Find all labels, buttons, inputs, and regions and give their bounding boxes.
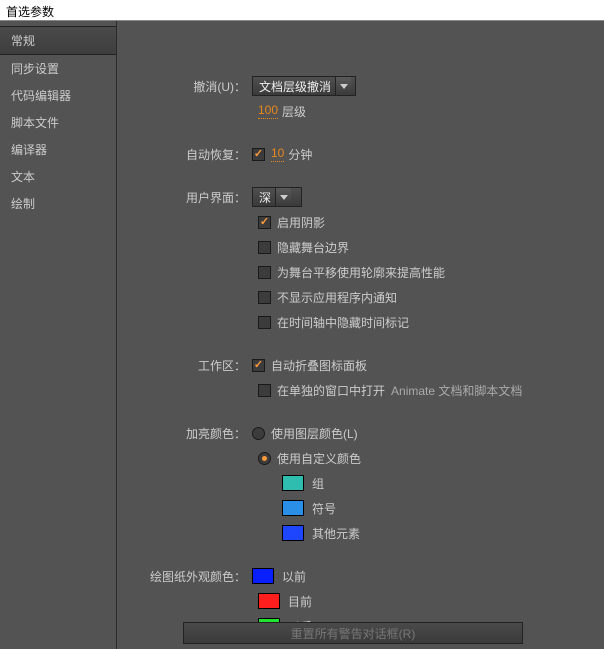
- open-separate-window-checkbox[interactable]: [258, 384, 271, 397]
- undo-dropdown[interactable]: 文档层级撤消: [252, 76, 356, 96]
- onion-before-label: 以前: [282, 568, 306, 585]
- use-custom-color-radio[interactable]: [258, 452, 271, 465]
- enable-shadow-checkbox[interactable]: [258, 216, 271, 229]
- onion-current-label: 目前: [288, 593, 312, 610]
- onion-current-swatch[interactable]: [258, 593, 280, 609]
- onion-label: 绘图纸外观颜色：: [117, 568, 252, 585]
- chevron-down-icon: [275, 188, 291, 206]
- other-color-label: 其他元素: [312, 525, 360, 542]
- workspace-label: 工作区：: [117, 357, 252, 374]
- open-separate-window-label-a: 在单独的窗口中打开: [277, 382, 385, 399]
- group-color-label: 组: [312, 475, 324, 492]
- symbol-color-swatch[interactable]: [282, 500, 304, 516]
- auto-recover-minutes-unit: 分钟: [288, 146, 312, 163]
- auto-recover-minutes-value[interactable]: 10: [271, 146, 284, 162]
- hide-stage-border-label: 隐藏舞台边界: [277, 239, 349, 256]
- use-layer-color-label: 使用图层颜色(L): [271, 425, 358, 442]
- reset-warnings-button[interactable]: 重置所有警告对话框(R): [183, 622, 523, 644]
- group-color-swatch[interactable]: [282, 475, 304, 491]
- enable-shadow-label: 启用阴影: [277, 214, 325, 231]
- use-layer-color-radio[interactable]: [252, 427, 265, 440]
- no-in-app-notify-checkbox[interactable]: [258, 291, 271, 304]
- chevron-down-icon: [335, 77, 351, 95]
- no-in-app-notify-label: 不显示应用程序内通知: [277, 289, 397, 306]
- sidebar-item-code-editor[interactable]: 代码编辑器: [0, 82, 116, 109]
- undo-label: 撤消(U)：: [117, 78, 252, 95]
- sidebar: 常规 同步设置 代码编辑器 脚本文件 编译器 文本 绘制: [0, 21, 117, 649]
- undo-levels-unit: 层级: [282, 103, 306, 120]
- sidebar-item-script-files[interactable]: 脚本文件: [0, 109, 116, 136]
- sidebar-item-text[interactable]: 文本: [0, 163, 116, 190]
- sidebar-item-compiler[interactable]: 编译器: [0, 136, 116, 163]
- other-color-swatch[interactable]: [282, 525, 304, 541]
- ui-label: 用户界面：: [117, 189, 252, 206]
- sidebar-item-general[interactable]: 常规: [0, 26, 116, 55]
- open-separate-window-label-b: Animate 文档和脚本文档: [391, 382, 522, 399]
- hide-time-markers-checkbox[interactable]: [258, 316, 271, 329]
- ui-theme-dropdown[interactable]: 深: [252, 187, 302, 207]
- undo-levels-value[interactable]: 100: [258, 103, 278, 119]
- pan-performance-checkbox[interactable]: [258, 266, 271, 279]
- main-area: 常规 同步设置 代码编辑器 脚本文件 编译器 文本 绘制 撤消(U)： 文档层级…: [0, 21, 604, 649]
- window-title: 首选参数: [6, 5, 54, 19]
- hide-stage-border-checkbox[interactable]: [258, 241, 271, 254]
- hide-time-markers-label: 在时间轴中隐藏时间标记: [277, 314, 409, 331]
- auto-recover-checkbox[interactable]: [252, 148, 265, 161]
- content-panel: 撤消(U)： 文档层级撤消 100 层级 自动恢复： 10 分钟 用户界面： 深: [117, 21, 604, 649]
- pan-performance-label: 为舞台平移使用轮廓来提高性能: [277, 264, 445, 281]
- auto-recover-label: 自动恢复：: [117, 146, 252, 163]
- sidebar-item-sync[interactable]: 同步设置: [0, 55, 116, 82]
- auto-collapse-checkbox[interactable]: [252, 359, 265, 372]
- onion-before-swatch[interactable]: [252, 568, 274, 584]
- highlight-label: 加亮颜色：: [117, 425, 252, 442]
- window-title-bar: 首选参数: [0, 0, 604, 21]
- symbol-color-label: 符号: [312, 500, 336, 517]
- auto-collapse-label: 自动折叠图标面板: [271, 357, 367, 374]
- sidebar-item-drawing[interactable]: 绘制: [0, 190, 116, 217]
- use-custom-color-label: 使用自定义颜色: [277, 450, 361, 467]
